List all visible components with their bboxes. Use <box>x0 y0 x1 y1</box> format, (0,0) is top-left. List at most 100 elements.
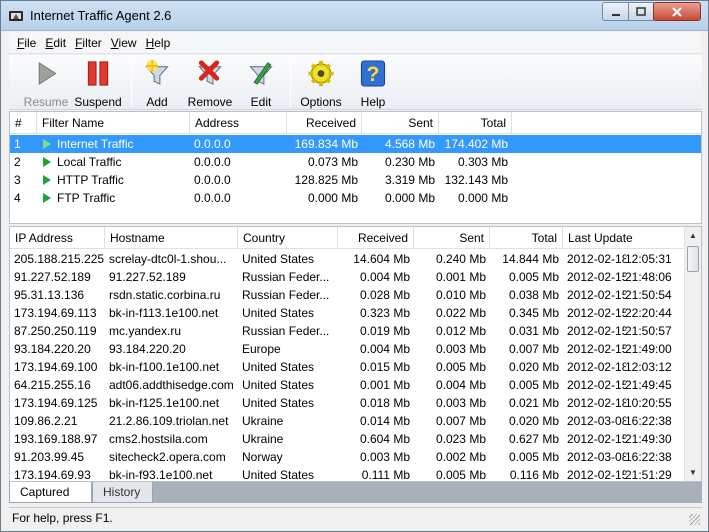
captured-row[interactable]: 87.250.250.119 mc.yandex.ru Russian Feder.… <box>10 322 701 340</box>
captured-cell: 0.023 Mb <box>435 432 486 446</box>
resume-button[interactable]: Resume <box>22 57 70 109</box>
suspend-button[interactable]: Suspend <box>72 57 124 109</box>
filter-cell: 0.000 Mb <box>384 191 435 205</box>
captured-cell: 21:49:45 <box>625 378 672 392</box>
captured-cell: 0.005 Mb <box>508 378 559 392</box>
filter-row[interactable]: 4 FTP Traffic 0.0.0.0 0.000 Mb 0.000 Mb 0.000… <box>10 189 701 207</box>
captured-row[interactable]: 205.188.215.225 screlay-dtc0l-1.shou... Un… <box>10 250 701 268</box>
minimize-button[interactable] <box>602 2 629 21</box>
help-icon: ? <box>360 60 386 87</box>
captured-cell: Europe <box>242 342 281 356</box>
filter-cell: 132.143 Mb <box>444 173 508 187</box>
captured-cell: bk-in-f93.1e100.net <box>109 468 213 482</box>
captured-cell: 0.005 Mb <box>508 450 559 464</box>
captured-cell: 95.31.13.136 <box>14 288 85 302</box>
filter-cell: Internet Traffic <box>57 137 134 151</box>
col-number[interactable]: # <box>10 112 37 134</box>
filter-row[interactable]: 2 Local Traffic 0.0.0.0 0.073 Mb 0.230 Mb 0.3… <box>10 153 701 171</box>
menu-file[interactable]: File <box>17 36 36 50</box>
captured-cell: 21:51:29 <box>625 468 672 482</box>
col-total[interactable]: Total <box>490 227 563 249</box>
captured-header: IP Address Hostname Country Received Sen… <box>10 227 701 249</box>
captured-row[interactable]: 109.86.2.21 21.2.86.109.triolan.net Ukrain… <box>10 412 701 430</box>
col-hostname[interactable]: Hostname <box>105 227 238 249</box>
captured-cell: 2012-02-18 <box>567 360 626 374</box>
tab-history[interactable]: History <box>92 482 153 503</box>
add-button[interactable]: Add <box>139 57 175 109</box>
toolbar-separator <box>131 59 132 107</box>
captured-cell: bk-in-f125.1e100.net <box>109 396 220 410</box>
menu-help[interactable]: Help <box>146 36 171 50</box>
captured-cell: 0.004 Mb <box>435 378 486 392</box>
captured-cell: 0.240 Mb <box>435 252 486 266</box>
menu-filter[interactable]: Filter <box>75 36 102 50</box>
captured-cell: 173.194.69.93 <box>14 468 91 482</box>
play-icon <box>43 175 51 185</box>
captured-cell: 0.020 Mb <box>508 414 559 428</box>
filter-row[interactable]: 1 Internet Traffic 0.0.0.0 169.834 Mb 4.568 … <box>10 135 701 153</box>
captured-cell: 205.188.215.225 <box>14 252 105 266</box>
captured-cell: cms2.hostsila.com <box>109 432 208 446</box>
captured-row[interactable]: 95.31.13.136 rsdn.static.corbina.ru Russia… <box>10 286 701 304</box>
captured-row[interactable]: 173.194.69.113 bk-in-f113.1e100.net United… <box>10 304 701 322</box>
remove-button[interactable]: Remove <box>185 57 235 109</box>
title-bar[interactable]: Internet Traffic Agent 2.6 <box>1 1 708 31</box>
col-address[interactable]: Address <box>190 112 287 134</box>
scroll-up-arrow-icon[interactable]: ▲ <box>685 227 701 244</box>
resize-grip-icon[interactable] <box>689 514 700 525</box>
pause-icon <box>87 61 109 86</box>
col-received[interactable]: Received <box>338 227 414 249</box>
captured-row[interactable]: 91.227.52.189 91.227.52.189 Russian Feder.… <box>10 268 701 286</box>
edit-button[interactable]: Edit <box>245 57 277 109</box>
help-button[interactable]: ? Help <box>357 57 389 109</box>
scroll-thumb[interactable] <box>687 246 699 272</box>
captured-cell: 0.028 Mb <box>359 288 410 302</box>
close-icon <box>672 6 682 17</box>
menu-view[interactable]: View <box>111 36 137 50</box>
captured-row[interactable]: 193.169.188.97 cms2.hostsila.com Ukraine 0.… <box>10 430 701 448</box>
col-filter-name[interactable]: Filter Name <box>37 112 190 134</box>
col-last-update[interactable]: Last Update <box>563 227 685 249</box>
col-sent[interactable]: Sent <box>414 227 490 249</box>
col-received[interactable]: Received <box>287 112 362 134</box>
captured-cell: 2012-02-15 <box>567 306 626 320</box>
captured-row[interactable]: 173.194.69.93 bk-in-f93.1e100.net United S… <box>10 466 701 482</box>
close-button[interactable] <box>653 2 701 21</box>
vertical-scrollbar[interactable]: ▲ ▼ <box>684 227 701 481</box>
col-ip-address[interactable]: IP Address <box>10 227 105 249</box>
captured-cell: 64.215.255.16 <box>14 378 91 392</box>
status-text: For help, press F1. <box>12 511 113 525</box>
col-total[interactable]: Total <box>439 112 512 134</box>
minimize-icon <box>611 13 620 16</box>
captured-cell: screlay-dtc0l-1.shou... <box>109 252 227 266</box>
maximize-button[interactable] <box>628 2 654 21</box>
filter-cell: FTP Traffic <box>57 191 116 205</box>
captured-cell: 0.003 Mb <box>435 396 486 410</box>
scroll-down-arrow-icon[interactable]: ▼ <box>685 464 701 481</box>
captured-cell: 0.627 Mb <box>508 432 559 446</box>
tab-captured-ip[interactable]: Captured IP <box>9 482 92 519</box>
gear-icon <box>308 60 334 87</box>
filter-cell: 128.825 Mb <box>294 173 358 187</box>
captured-cell: 0.116 Mb <box>509 468 559 482</box>
captured-cell: 2012-02-18 <box>567 252 626 266</box>
col-sent[interactable]: Sent <box>362 112 439 134</box>
add-filter-icon <box>145 59 169 85</box>
captured-cell: 2012-02-15 <box>567 378 626 392</box>
captured-cell: United States <box>242 378 315 392</box>
captured-row[interactable]: 93.184.220.20 93.184.220.20 Europe 0.004 Mb… <box>10 340 701 358</box>
col-country[interactable]: Country <box>238 227 338 249</box>
captured-cell: 21:50:54 <box>625 288 672 302</box>
filter-row[interactable]: 3 HTTP Traffic 0.0.0.0 128.825 Mb 3.319 Mb 13… <box>10 171 701 189</box>
filter-cell: 0.000 Mb <box>307 191 358 205</box>
captured-row[interactable]: 173.194.69.100 bk-in-f100.1e100.net United… <box>10 358 701 376</box>
captured-cell: United States <box>242 396 315 410</box>
filter-cell: 3 <box>14 173 21 187</box>
menu-edit[interactable]: Edit <box>45 36 66 50</box>
captured-row[interactable]: 91.203.99.45 sitecheck2.opera.com Norway 0.… <box>10 448 701 466</box>
options-button[interactable]: Options <box>298 57 344 109</box>
captured-row[interactable]: 173.194.69.125 bk-in-f125.1e100.net United… <box>10 394 701 412</box>
captured-cell: 2012-02-15 <box>567 270 626 284</box>
captured-cell: 21:49:30 <box>625 432 672 446</box>
captured-row[interactable]: 64.215.255.16 adt06.addthisedge.com United… <box>10 376 701 394</box>
